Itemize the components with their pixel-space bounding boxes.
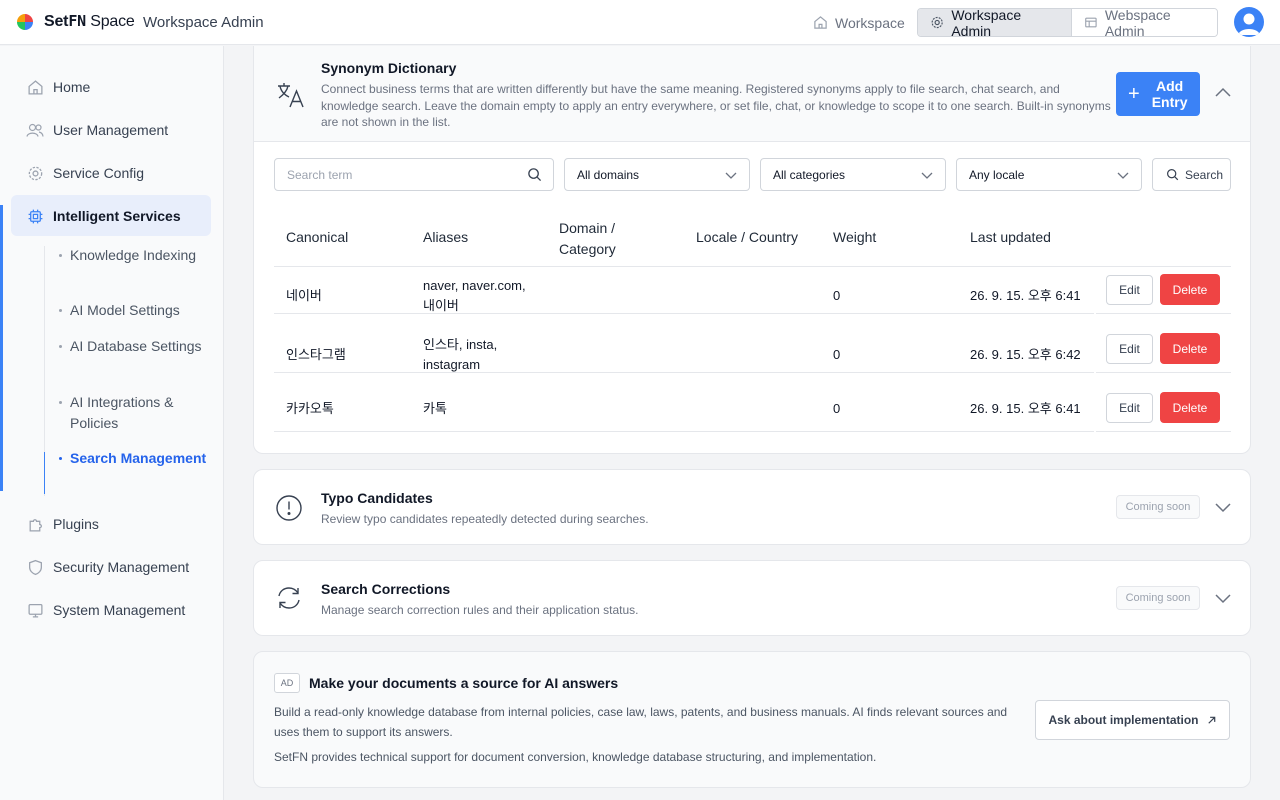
- ad-badge: AD: [274, 673, 300, 693]
- delete-button[interactable]: Delete: [1160, 392, 1220, 423]
- sidebar-sub-search[interactable]: Search Management: [59, 448, 210, 469]
- row-3-canonical: 카카오톡: [286, 401, 334, 416]
- translate-icon: [278, 83, 304, 108]
- gear-icon: [931, 16, 943, 29]
- puzzle-icon: [26, 515, 44, 533]
- layout-icon: [1085, 17, 1097, 28]
- row-1-weight: 0: [833, 288, 841, 303]
- row-2-weight: 0: [833, 347, 841, 362]
- synonym-dictionary-card: Synonym Dictionary Connect business term…: [253, 46, 1251, 454]
- sidebar-sub-integrations[interactable]: AI Integrations & Policies: [59, 392, 210, 434]
- col-domain: Domain / Category: [559, 220, 616, 257]
- edit-button[interactable]: Edit: [1106, 334, 1153, 364]
- row-2-updated: 26. 9. 15. 오후 6:42: [970, 347, 1081, 362]
- domain-select[interactable]: All domains: [564, 158, 750, 191]
- category-select[interactable]: All categories: [760, 158, 946, 191]
- sidebar-item-service[interactable]: Service Config: [26, 161, 144, 185]
- chevron-down-icon: [921, 172, 933, 179]
- ask-implementation-button[interactable]: Ask about implementation: [1035, 700, 1230, 740]
- nav-workspace[interactable]: Workspace: [800, 8, 918, 37]
- delete-button[interactable]: Delete: [1160, 274, 1220, 305]
- coming-soon-badge: Coming soon: [1116, 586, 1200, 610]
- synonym-description: Connect business terms that are written …: [321, 82, 1111, 129]
- sidebar-item-security[interactable]: Security Management: [26, 555, 189, 579]
- user-avatar[interactable]: [1234, 7, 1264, 37]
- row-1-aliases: naver, naver.com, 내이버: [423, 278, 526, 313]
- search-term-input[interactable]: Search term: [274, 158, 554, 191]
- chip-icon: [26, 207, 44, 225]
- sidebar-item-intelligent[interactable]: Intelligent Services: [26, 204, 181, 228]
- alert-circle-icon: [276, 495, 302, 521]
- sidebar: Home User Management Service Config Inte…: [0, 46, 224, 800]
- brand-name[interactable]: SetFN Space: [44, 12, 135, 31]
- nav-webspace-admin[interactable]: Webspace Admin: [1072, 9, 1217, 36]
- row-1-updated: 26. 9. 15. 오후 6:41: [970, 288, 1081, 303]
- monitor-icon: [26, 601, 44, 619]
- top-bar: SetFN Space Workspace Admin Workspace Wo…: [0, 0, 1280, 45]
- edit-button[interactable]: Edit: [1106, 275, 1153, 305]
- col-updated: Last updated: [970, 229, 1051, 245]
- synonym-header: Synonym Dictionary Connect business term…: [254, 46, 1250, 142]
- col-canonical: Canonical: [286, 229, 349, 245]
- typo-title: Typo Candidates: [321, 490, 433, 506]
- col-weight: Weight: [833, 229, 877, 245]
- synonym-title: Synonym Dictionary: [321, 60, 457, 76]
- add-entry-button[interactable]: + Add Entry: [1116, 72, 1200, 116]
- chevron-up-icon[interactable]: [1214, 84, 1232, 102]
- admin-switcher: Workspace Admin Webspace Admin: [917, 8, 1218, 37]
- home-icon: [814, 16, 827, 29]
- row-1-canonical: 네이버: [286, 288, 322, 303]
- ad-text-1: Build a read-only knowledge database fro…: [274, 705, 1008, 739]
- ad-title: Make your documents a source for AI answ…: [309, 675, 619, 691]
- sidebar-sub-database[interactable]: AI Database Settings: [59, 336, 210, 357]
- sidebar-item-system[interactable]: System Management: [26, 598, 185, 622]
- search-icon: [528, 168, 542, 182]
- logo-icon: [17, 14, 33, 30]
- app-title: Workspace Admin: [143, 14, 264, 31]
- sidebar-sub-knowledge[interactable]: Knowledge Indexing: [59, 245, 210, 266]
- sidebar-item-plugins[interactable]: Plugins: [26, 512, 99, 536]
- corrections-description: Manage search correction rules and their…: [321, 603, 639, 617]
- delete-button[interactable]: Delete: [1160, 333, 1220, 364]
- sidebar-item-users[interactable]: User Management: [26, 118, 168, 142]
- col-locale: Locale / Country: [696, 229, 798, 245]
- chevron-down-icon[interactable]: [1214, 498, 1232, 516]
- col-aliases: Aliases: [423, 229, 469, 245]
- gear-icon: [26, 164, 44, 182]
- plus-icon: +: [1128, 82, 1140, 105]
- locale-select[interactable]: Any locale: [956, 158, 1142, 191]
- edit-button[interactable]: Edit: [1106, 393, 1153, 423]
- search-icon: [1167, 169, 1179, 181]
- coming-soon-badge: Coming soon: [1116, 495, 1200, 519]
- users-icon: [26, 121, 44, 139]
- search-button[interactable]: Search: [1152, 158, 1231, 191]
- chevron-down-icon[interactable]: [1214, 589, 1232, 607]
- user-icon: [1238, 13, 1260, 35]
- sidebar-item-home[interactable]: Home: [26, 75, 90, 99]
- row-3-aliases: 카톡: [423, 401, 447, 416]
- corrections-title: Search Corrections: [321, 581, 451, 597]
- external-link-icon: [1207, 716, 1215, 724]
- ad-card: AD Make your documents a source for AI a…: [253, 651, 1251, 788]
- row-2-canonical: 인스타그램: [286, 347, 346, 362]
- shield-icon: [26, 558, 44, 576]
- home-icon: [26, 78, 44, 96]
- sidebar-sub-model[interactable]: AI Model Settings: [59, 300, 210, 321]
- row-3-weight: 0: [833, 401, 841, 416]
- refresh-icon: [278, 587, 300, 609]
- search-corrections-card[interactable]: Search Corrections Manage search correct…: [253, 560, 1251, 636]
- ad-text-2: SetFN provides technical support for doc…: [274, 750, 877, 764]
- chevron-down-icon: [725, 172, 737, 179]
- row-3-updated: 26. 9. 15. 오후 6:41: [970, 401, 1081, 416]
- row-2-aliases: 인스타, insta, instagram: [423, 337, 498, 372]
- typo-description: Review typo candidates repeatedly detect…: [321, 512, 649, 526]
- typo-candidates-card[interactable]: Typo Candidates Review typo candidates r…: [253, 469, 1251, 545]
- chevron-down-icon: [1117, 172, 1129, 179]
- nav-workspace-admin[interactable]: Workspace Admin: [918, 9, 1072, 36]
